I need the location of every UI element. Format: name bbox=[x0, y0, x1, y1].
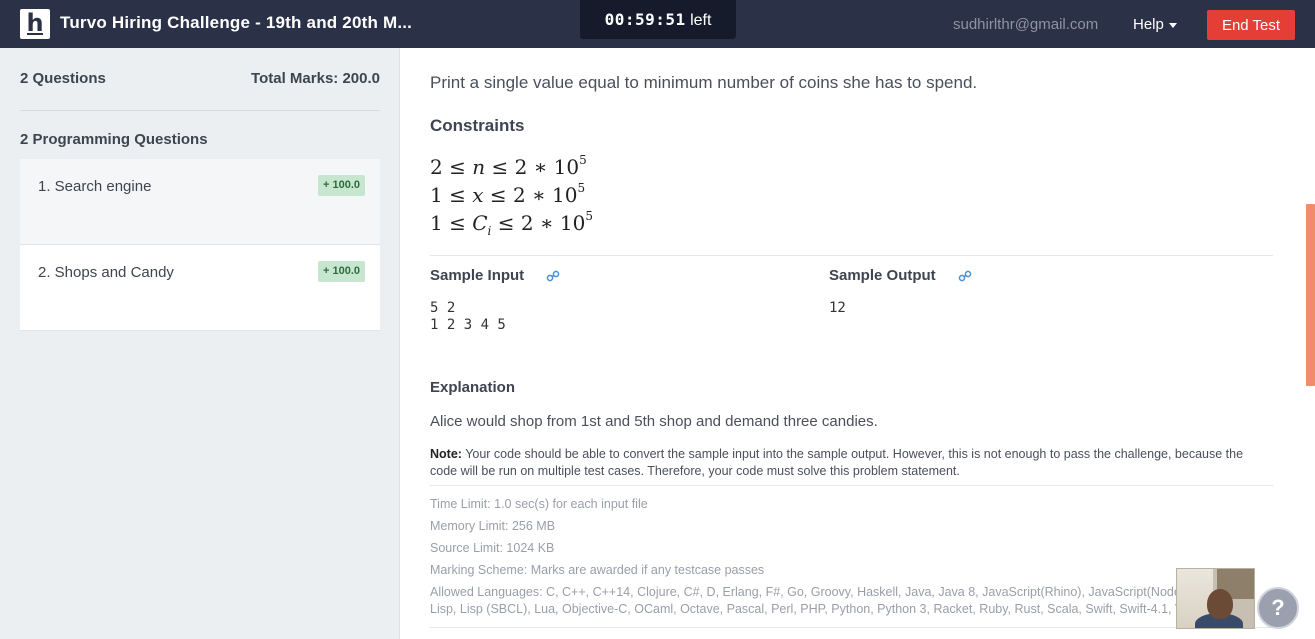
constraint-pre: 1 ≤ bbox=[430, 211, 473, 235]
link-icon[interactable] bbox=[546, 269, 560, 283]
constraint-exp: 5 bbox=[577, 181, 586, 196]
marks-badge: + 100.0 bbox=[317, 261, 365, 282]
note-block: Note: Your code should be able to conver… bbox=[430, 446, 1273, 480]
constraint-line: 1 ≤ Ci ≤ 2 ∗ 105 bbox=[430, 209, 593, 238]
note-text: Your code should be able to convert the … bbox=[430, 447, 1244, 478]
divider bbox=[20, 110, 380, 111]
time-limit: Time Limit: 1.0 sec(s) for each input fi… bbox=[430, 497, 648, 511]
chevron-down-icon bbox=[1168, 22, 1177, 28]
section-title: 2 Programming Questions bbox=[20, 131, 208, 148]
constraint-var: n bbox=[472, 155, 486, 179]
output-description: Print a single value equal to minimum nu… bbox=[430, 73, 978, 92]
timer-suffix: left bbox=[690, 12, 712, 29]
top-header: h Turvo Hiring Challenge - 19th and 20th… bbox=[0, 0, 1315, 48]
explanation-heading: Explanation bbox=[430, 379, 516, 396]
sidebar-summary: 2 Questions Total Marks: 200.0 bbox=[20, 70, 380, 87]
question-label: 2. Shops and Candy bbox=[38, 264, 174, 281]
challenge-title: Turvo Hiring Challenge - 19th and 20th M… bbox=[60, 13, 413, 32]
help-label: Help bbox=[1133, 16, 1164, 33]
constraint-pre: 1 ≤ bbox=[430, 183, 473, 207]
question-sidebar: 2 Questions Total Marks: 200.0 2 Program… bbox=[0, 48, 400, 639]
question-item-1[interactable]: 1. Search engine + 100.0 bbox=[20, 159, 380, 245]
constraint-exp: 5 bbox=[585, 209, 593, 224]
divider bbox=[430, 485, 1273, 486]
countdown-timer: 00:59:51 left bbox=[580, 0, 736, 39]
source-limit: Source Limit: 1024 KB bbox=[430, 541, 555, 555]
divider bbox=[430, 627, 1273, 628]
sample-output-heading: Sample Output bbox=[829, 267, 936, 284]
constraint-line: 1 ≤ x ≤ 2 ∗ 105 bbox=[430, 181, 586, 207]
constraint-post: ≤ 2 ∗ 10 bbox=[483, 183, 578, 207]
allowed-languages-line: Lisp, Lisp (SBCL), Lua, Objective-C, OCa… bbox=[430, 602, 1190, 616]
timer-value: 00:59:51 bbox=[604, 10, 686, 29]
constraint-pre: 2 ≤ bbox=[430, 155, 473, 179]
webcam-preview bbox=[1176, 568, 1255, 629]
note-label: Note: bbox=[430, 447, 462, 461]
total-marks: Total Marks: 200.0 bbox=[251, 70, 380, 87]
problem-statement: Print a single value equal to minimum nu… bbox=[400, 48, 1315, 639]
end-test-button[interactable]: End Test bbox=[1207, 10, 1295, 40]
memory-limit: Memory Limit: 256 MB bbox=[430, 519, 556, 533]
marking-scheme: Marking Scheme: Marks are awarded if any… bbox=[430, 563, 765, 577]
question-item-2[interactable]: 2. Shops and Candy + 100.0 bbox=[20, 245, 380, 331]
divider bbox=[430, 255, 1273, 256]
sample-input-heading: Sample Input bbox=[430, 267, 525, 284]
scrollbar-thumb[interactable] bbox=[1306, 204, 1315, 386]
sample-output-content: 12 bbox=[829, 300, 846, 316]
constraint-var: C bbox=[472, 211, 488, 235]
constraint-post: ≤ 2 ∗ 10 bbox=[491, 211, 586, 235]
question-count: 2 Questions bbox=[20, 70, 106, 87]
link-icon[interactable] bbox=[958, 269, 972, 283]
constraint-post: ≤ 2 ∗ 10 bbox=[485, 155, 580, 179]
marks-badge: + 100.0 bbox=[317, 175, 365, 196]
allowed-languages: Allowed Languages: C, C++, C++14, Clojur… bbox=[430, 584, 1190, 618]
webcam-person bbox=[1207, 589, 1233, 619]
hackerearth-logo[interactable]: h bbox=[20, 9, 50, 39]
constraint-line: 2 ≤ n ≤ 2 ∗ 105 bbox=[430, 153, 587, 179]
help-question-icon[interactable]: ? bbox=[1257, 587, 1299, 629]
sample-input-content: 5 2 1 2 3 4 5 bbox=[430, 300, 506, 333]
constraint-var: x bbox=[472, 183, 484, 207]
constraint-exp: 5 bbox=[579, 153, 587, 168]
constraints-heading: Constraints bbox=[430, 116, 525, 135]
help-menu[interactable]: Help bbox=[1133, 16, 1177, 33]
question-label: 1. Search engine bbox=[38, 178, 152, 195]
user-email: sudhirlthr@gmail.com bbox=[953, 16, 1099, 33]
allowed-languages-line: Allowed Languages: C, C++, C++14, Clojur… bbox=[430, 585, 1190, 599]
explanation-text: Alice would shop from 1st and 5th shop a… bbox=[430, 413, 878, 430]
